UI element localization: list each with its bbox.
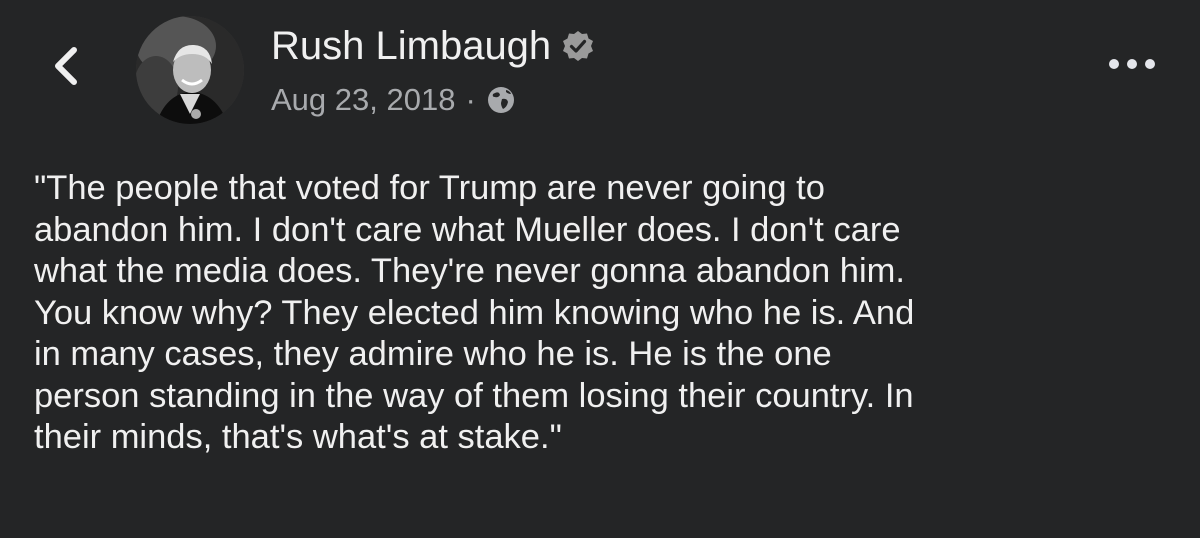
chevron-left-icon (50, 44, 80, 93)
globe-icon[interactable] (486, 85, 516, 115)
author-name-row: Rush Limbaugh (271, 22, 595, 70)
back-button[interactable] (40, 40, 90, 96)
more-horizontal-icon (1108, 57, 1156, 75)
avatar[interactable] (136, 16, 244, 124)
post-meta: Aug 23, 2018 · (271, 80, 516, 120)
more-options-button[interactable] (1100, 48, 1164, 84)
post-text: "The people that voted for Trump are nev… (34, 169, 915, 456)
avatar-image (136, 16, 244, 124)
meta-separator: · (465, 82, 476, 117)
post-date[interactable]: Aug 23, 2018 (271, 80, 455, 120)
author-name[interactable]: Rush Limbaugh (271, 22, 551, 70)
verified-badge-icon (561, 29, 595, 63)
